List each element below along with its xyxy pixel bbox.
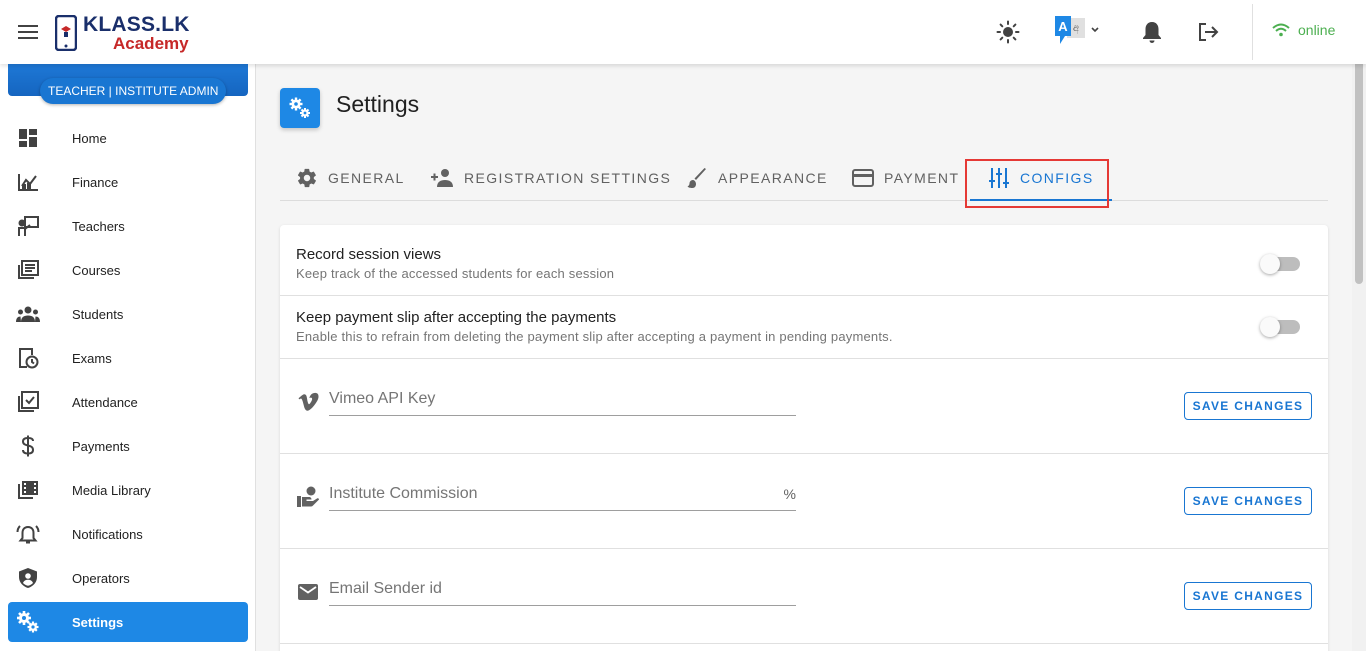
- people-icon: [16, 302, 40, 326]
- hand-money-icon: [296, 485, 320, 509]
- tab-label: GENERAL: [328, 169, 405, 186]
- wifi-icon: [1272, 23, 1290, 37]
- sidebar-nav: Home Finance Teachers Courses Students E…: [0, 116, 256, 642]
- email-sender-id-field[interactable]: [329, 574, 796, 606]
- tab-registration-settings[interactable]: REGISTRATION SETTINGS: [430, 154, 671, 201]
- tab-general[interactable]: GENERAL: [296, 154, 405, 201]
- sidebar-item-label: Media Library: [72, 482, 151, 498]
- brush-icon: [687, 167, 706, 188]
- menu-icon[interactable]: [14, 18, 42, 46]
- dashboard-icon: [16, 126, 40, 150]
- connection-status: online: [1272, 22, 1335, 38]
- toggle-subtitle: Keep track of the accessed students for …: [296, 266, 615, 281]
- main-content: Settings GENERAL REGISTRATION SETTINGS A…: [280, 64, 1328, 651]
- library-icon: [16, 258, 40, 282]
- sidebar-item-label: Settings: [72, 614, 124, 630]
- configs-tab-highlight: [965, 159, 1109, 208]
- sidebar-item-label: Operators: [72, 570, 130, 586]
- configs-card: Record session views Keep track of the a…: [280, 225, 1328, 651]
- institute-commission-field[interactable]: %: [329, 479, 796, 511]
- status-text: online: [1298, 22, 1336, 38]
- save-vimeo-button[interactable]: SAVE CHANGES: [1184, 392, 1312, 420]
- svg-text:A: A: [1058, 19, 1068, 34]
- sidebar-item-settings[interactable]: Settings: [8, 602, 248, 642]
- credit-card-icon: [852, 168, 874, 187]
- svg-text:අ: අ: [1073, 23, 1079, 34]
- sidebar: TEACHER | INSTITUTE ADMIN Home Finance T…: [0, 64, 256, 651]
- top-divider: [1252, 4, 1253, 60]
- keep-slip-switch[interactable]: [1260, 317, 1300, 337]
- bell-icon[interactable]: [1138, 18, 1166, 46]
- sidebar-item-label: Courses: [72, 262, 121, 278]
- sidebar-item-label: Teachers: [72, 218, 125, 234]
- sidebar-item-courses[interactable]: Courses: [0, 248, 256, 292]
- sidebar-item-teachers[interactable]: Teachers: [0, 204, 256, 248]
- add-person-icon: [431, 168, 453, 187]
- sidebar-item-label: Exams: [72, 350, 112, 366]
- field-row-commission: % SAVE CHANGES: [280, 454, 1328, 549]
- settings-tabs: GENERAL REGISTRATION SETTINGS APPEARANCE…: [280, 154, 1328, 201]
- toggle-title: Record session views: [296, 246, 442, 263]
- settings-page-icon: [280, 88, 320, 128]
- phone-logo-icon: [55, 15, 77, 51]
- logout-icon[interactable]: [1194, 18, 1222, 46]
- logo-sub-text: Academy: [113, 34, 189, 53]
- field-row-vimeo: SAVE CHANGES: [280, 359, 1328, 454]
- cogs-icon: [16, 610, 40, 634]
- sidebar-item-label: Home: [72, 130, 107, 146]
- sidebar-item-label: Finance: [72, 174, 119, 190]
- tab-label: REGISTRATION SETTINGS: [464, 169, 672, 186]
- sidebar-item-label: Students: [72, 306, 124, 322]
- save-email-sender-button[interactable]: SAVE CHANGES: [1184, 582, 1312, 610]
- email-icon: [296, 580, 320, 604]
- brightness-icon[interactable]: [994, 18, 1022, 46]
- sidebar-item-label: Attendance: [72, 394, 138, 410]
- vimeo-api-key-input[interactable]: [329, 384, 796, 414]
- sidebar-item-media-library[interactable]: Media Library: [0, 468, 256, 512]
- page-scrollbar[interactable]: [1352, 0, 1366, 651]
- sidebar-item-students[interactable]: Students: [0, 292, 256, 336]
- sidebar-item-operators[interactable]: Operators: [0, 556, 256, 600]
- field-row-email-sender: SAVE CHANGES: [280, 549, 1328, 644]
- sidebar-item-payments[interactable]: Payments: [0, 424, 256, 468]
- sidebar-item-home[interactable]: Home: [0, 116, 256, 160]
- gear-icon: [297, 168, 316, 187]
- sidebar-item-attendance[interactable]: Attendance: [0, 380, 256, 424]
- toggle-row-keep-slip: Keep payment slip after accepting the pa…: [280, 296, 1328, 359]
- logo-main-text: KLASS.LK: [83, 13, 190, 36]
- email-sender-id-input[interactable]: [329, 574, 796, 604]
- tab-label: APPEARANCE: [718, 169, 828, 186]
- sidebar-item-finance[interactable]: Finance: [0, 160, 256, 204]
- sidebar-item-label: Payments: [72, 438, 130, 454]
- dollar-icon: [16, 434, 40, 458]
- save-commission-button[interactable]: SAVE CHANGES: [1184, 487, 1312, 515]
- institute-commission-input[interactable]: [329, 479, 796, 509]
- tab-appearance[interactable]: APPEARANCE: [686, 154, 828, 201]
- chart-icon: [16, 170, 40, 194]
- shield-icon: [16, 566, 40, 590]
- sidebar-item-label: Notifications: [72, 526, 143, 542]
- vimeo-icon: [296, 390, 320, 414]
- tab-payment[interactable]: PAYMENT: [852, 154, 959, 201]
- percent-suffix: %: [783, 486, 796, 502]
- toggle-title: Keep payment slip after accepting the pa…: [296, 309, 617, 326]
- app-logo[interactable]: KLASS.LK Academy: [55, 13, 190, 53]
- record-session-switch[interactable]: [1260, 254, 1300, 274]
- exam-icon: [16, 346, 40, 370]
- tab-label: PAYMENT: [884, 169, 960, 186]
- vimeo-api-key-field[interactable]: [329, 384, 796, 416]
- toggle-row-record-session: Record session views Keep track of the a…: [280, 225, 1328, 296]
- role-chip: TEACHER | INSTITUTE ADMIN: [40, 78, 227, 104]
- sidebar-item-exams[interactable]: Exams: [0, 336, 256, 380]
- checklist-icon: [16, 390, 40, 414]
- film-icon: [16, 478, 40, 502]
- top-app-bar: KLASS.LK Academy අ A online: [0, 0, 1366, 64]
- sidebar-item-notifications[interactable]: Notifications: [0, 512, 256, 556]
- toggle-subtitle: Enable this to refrain from deleting the…: [296, 329, 893, 344]
- teacher-icon: [16, 214, 40, 238]
- translate-icon[interactable]: අ A: [1053, 14, 1103, 48]
- page-title: Settings: [336, 91, 420, 117]
- alarm-icon: [16, 522, 40, 546]
